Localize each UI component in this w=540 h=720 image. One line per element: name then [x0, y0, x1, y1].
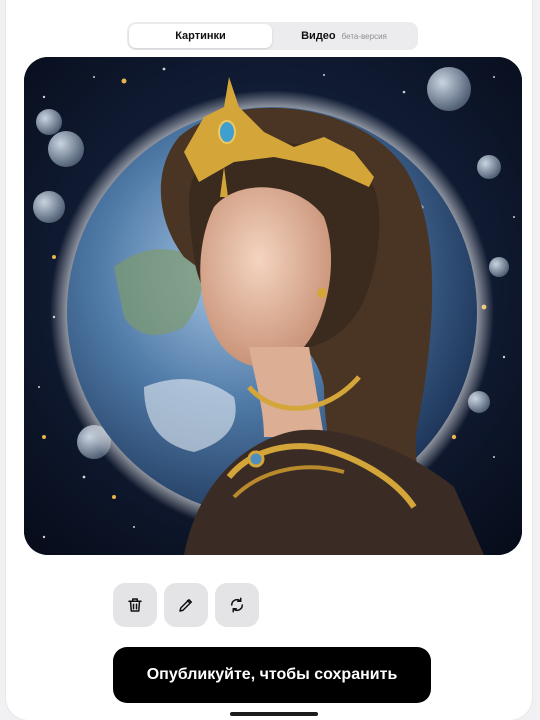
edit-button[interactable]: [164, 583, 208, 627]
delete-button[interactable]: [113, 583, 157, 627]
generated-image-graphic: [24, 57, 522, 555]
tab-video[interactable]: Видео бета-версия: [272, 24, 416, 48]
tab-images[interactable]: Картинки: [129, 24, 272, 48]
pencil-icon: [179, 599, 192, 612]
media-type-switch: Картинки Видео бета-версия: [127, 22, 418, 50]
generated-image[interactable]: [24, 57, 522, 555]
publish-button-label: Опубликуйте, чтобы сохранить: [146, 666, 398, 683]
trash-icon: [128, 598, 142, 612]
image-actions: [113, 583, 259, 627]
tab-images-label: Картинки: [175, 30, 226, 42]
home-indicator: [230, 712, 318, 716]
regenerate-button[interactable]: [215, 583, 259, 627]
publish-button[interactable]: Опубликуйте, чтобы сохранить: [113, 647, 431, 703]
tab-video-label: Видео: [301, 30, 336, 42]
beta-badge: бета-версия: [341, 31, 387, 41]
refresh-icon: [230, 597, 244, 613]
